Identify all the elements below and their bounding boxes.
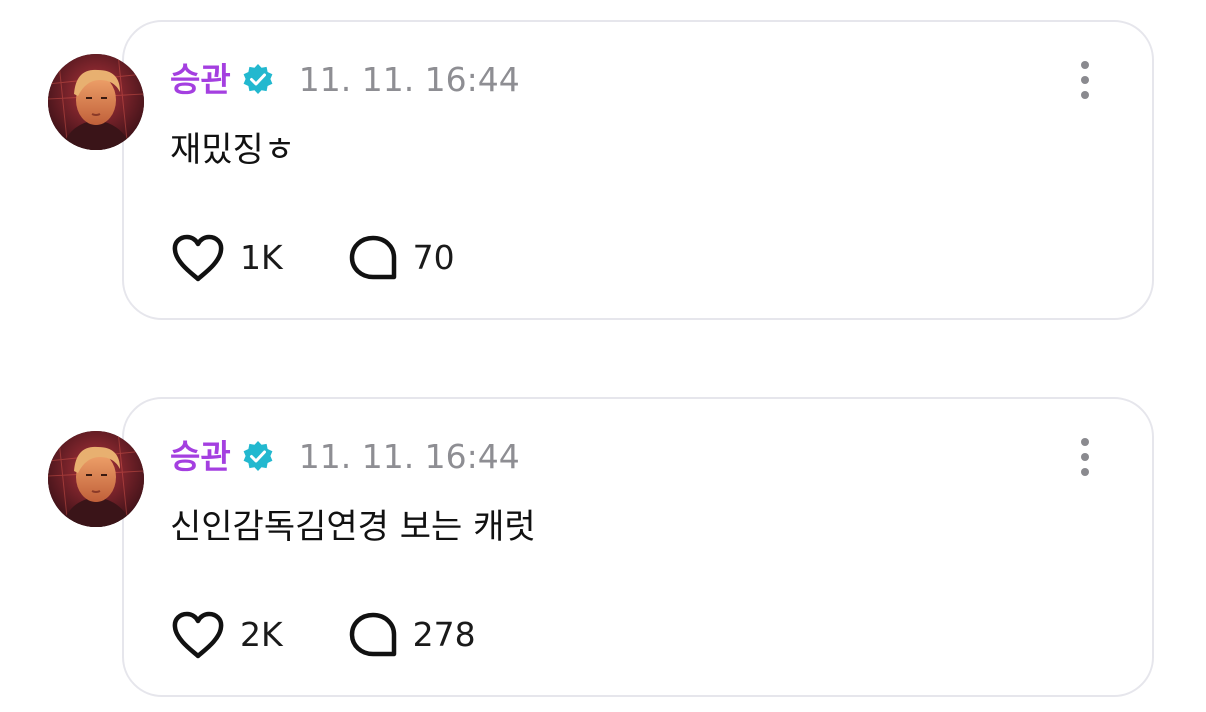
comment-button[interactable]: 278 (347, 607, 476, 663)
action-bar: 1K 70 (170, 230, 455, 286)
comment-count: 278 (412, 615, 476, 654)
avatar[interactable] (48, 54, 144, 150)
like-count: 1K (240, 238, 283, 277)
username[interactable]: 승관 (170, 433, 231, 481)
comment-header: 승관 11. 11. 16:44 (170, 433, 520, 481)
comment-count: 70 (412, 238, 455, 277)
comment-header: 승관 11. 11. 16:44 (170, 56, 520, 104)
avatar[interactable] (48, 431, 144, 527)
like-button[interactable]: 2K (170, 607, 283, 663)
comment-text: 재밌징ㅎ (170, 130, 296, 170)
timestamp: 11. 11. 16:44 (298, 437, 520, 476)
comment-bubble-icon (347, 610, 399, 660)
comment-button[interactable]: 70 (347, 230, 455, 286)
verified-badge-icon (241, 63, 275, 97)
more-vertical-icon[interactable] (1070, 56, 1100, 104)
more-vertical-icon[interactable] (1070, 433, 1100, 481)
username[interactable]: 승관 (170, 56, 231, 104)
verified-badge-icon (241, 440, 275, 474)
like-button[interactable]: 1K (170, 230, 283, 286)
like-count: 2K (240, 615, 283, 654)
comment-bubble-icon (347, 233, 399, 283)
comment-text: 신인감독김연경 보는 캐럿 (170, 507, 536, 547)
timestamp: 11. 11. 16:44 (298, 60, 520, 99)
action-bar: 2K 278 (170, 607, 476, 663)
heart-icon (170, 610, 226, 660)
heart-icon (170, 233, 226, 283)
comment-feed: 승관 11. 11. 16:44 재밌징ㅎ 1K 70 승관 11. 11. 1… (0, 0, 1206, 712)
comment-item: 승관 11. 11. 16:44 재밌징ㅎ 1K 70 (0, 12, 1206, 322)
comment-item: 승관 11. 11. 16:44 신인감독김연경 보는 캐럿 2K 278 (0, 389, 1206, 699)
